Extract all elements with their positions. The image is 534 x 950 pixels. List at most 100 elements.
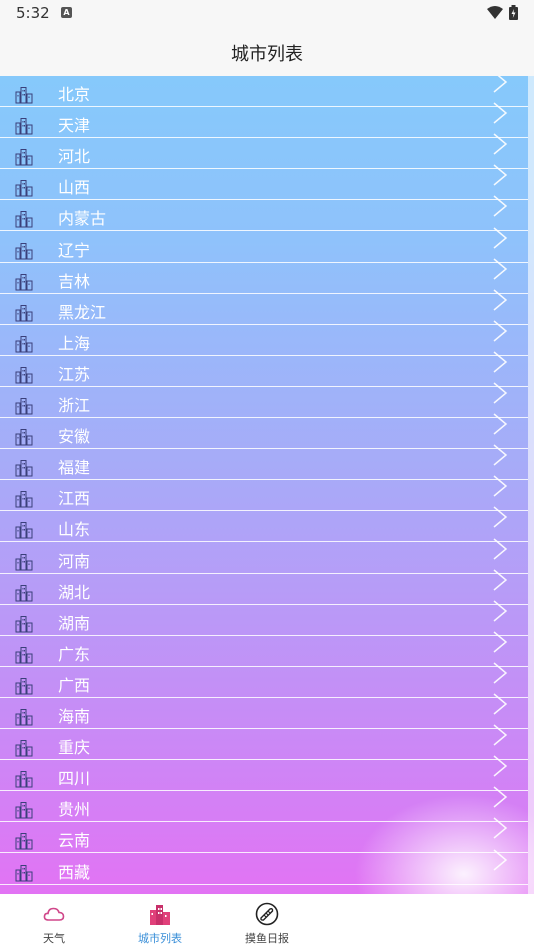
city-list-item[interactable]: 广西 bbox=[0, 662, 534, 698]
chevron-right-icon bbox=[493, 444, 508, 466]
city-name: 河南 bbox=[58, 551, 91, 571]
city-list-item[interactable]: 内蒙古 bbox=[0, 195, 534, 232]
city-building-icon bbox=[15, 802, 33, 819]
city-name: 广东 bbox=[58, 644, 91, 664]
city-list-item[interactable]: 江西 bbox=[0, 475, 534, 512]
status-indicators bbox=[487, 5, 518, 20]
city-list-item[interactable]: 河南 bbox=[0, 537, 534, 574]
city-list-item[interactable]: 天津 bbox=[0, 102, 534, 139]
city-list-item[interactable]: 浙江 bbox=[0, 382, 534, 418]
city-building-icon bbox=[15, 771, 33, 788]
city-name: 天津 bbox=[58, 116, 91, 136]
city-building-icon bbox=[15, 273, 33, 291]
nav-tab-weather[interactable]: 天气 bbox=[14, 894, 94, 950]
city-name: 西藏 bbox=[58, 862, 91, 882]
city-building-icon bbox=[15, 304, 33, 322]
chevron-right-icon bbox=[493, 506, 508, 528]
city-list-item[interactable]: 黑龙江 bbox=[0, 289, 534, 325]
chevron-right-icon bbox=[493, 413, 508, 435]
city-list-item[interactable]: 辽宁 bbox=[0, 226, 534, 263]
chevron-right-icon bbox=[493, 76, 508, 93]
city-list-item[interactable]: 河北 bbox=[0, 133, 534, 170]
scroll-edge bbox=[528, 76, 534, 894]
city-list-item[interactable]: 湖北 bbox=[0, 569, 534, 605]
chevron-right-icon bbox=[493, 537, 508, 560]
chevron-right-icon bbox=[493, 226, 508, 249]
city-building-icon bbox=[15, 180, 33, 197]
nav-label-weather: 天气 bbox=[43, 932, 65, 945]
chevron-right-icon bbox=[493, 631, 508, 653]
row-divider bbox=[0, 883, 528, 885]
chevron-right-icon bbox=[493, 164, 508, 186]
city-list-item[interactable]: 安徽 bbox=[0, 413, 534, 450]
city-building-icon bbox=[15, 709, 33, 726]
city-name: 黑龙江 bbox=[58, 302, 107, 322]
fish-report-icon bbox=[255, 902, 279, 926]
nav-tab-city-list[interactable]: 城市列表 bbox=[120, 894, 200, 950]
status-bar: 5:32 A bbox=[0, 0, 534, 28]
city-name: 上海 bbox=[58, 333, 91, 353]
chevron-right-icon bbox=[493, 475, 508, 497]
chevron-right-icon bbox=[493, 600, 508, 622]
chevron-right-icon bbox=[493, 258, 508, 280]
city-building-icon bbox=[15, 833, 33, 850]
city-building-icon bbox=[15, 242, 33, 259]
city-name: 重庆 bbox=[58, 738, 91, 758]
chevron-right-icon bbox=[493, 320, 508, 342]
city-list-item[interactable]: 江苏 bbox=[0, 351, 534, 387]
city-building-icon bbox=[15, 398, 33, 415]
city-list-item[interactable]: 福建 bbox=[0, 444, 534, 481]
city-building-icon bbox=[15, 366, 33, 384]
city-name: 福建 bbox=[58, 458, 91, 478]
city-list-item[interactable]: 湖南 bbox=[0, 600, 534, 636]
city-name: 山西 bbox=[58, 178, 91, 198]
city-list-item[interactable]: 北京 bbox=[0, 76, 534, 107]
city-name: 浙江 bbox=[58, 396, 91, 415]
city-building-icon bbox=[15, 864, 33, 881]
city-building-icon bbox=[15, 149, 33, 166]
city-list[interactable]: 北京天津河北山西内蒙古 辽宁吉林黑龙江上海江苏浙江 安徽福建江西 山东河南湖北湖南广东… bbox=[0, 76, 534, 894]
city-name: 湖南 bbox=[58, 613, 91, 633]
city-building-icon bbox=[15, 118, 33, 135]
city-building-icon bbox=[15, 87, 33, 104]
city-list-item[interactable]: 贵州 bbox=[0, 786, 534, 823]
city-name: 吉林 bbox=[58, 271, 91, 291]
city-list-item[interactable]: 四川 bbox=[0, 755, 534, 792]
city-name: 四川 bbox=[58, 769, 91, 789]
city-list-item[interactable]: 重庆 bbox=[0, 724, 534, 761]
chevron-right-icon bbox=[493, 351, 508, 373]
cloud-icon bbox=[43, 907, 65, 921]
chevron-right-icon bbox=[493, 133, 508, 155]
city-list-item[interactable]: 山西 bbox=[0, 164, 534, 201]
city-building-icon bbox=[15, 491, 33, 508]
city-building-icon bbox=[15, 522, 33, 539]
city-list-item[interactable]: 吉林 bbox=[0, 258, 534, 294]
city-list-item[interactable]: 云南 bbox=[0, 817, 534, 854]
city-list-item[interactable]: 上海 bbox=[0, 320, 534, 356]
city-name: 江西 bbox=[58, 489, 91, 509]
city-name: 海南 bbox=[58, 707, 91, 726]
chevron-right-icon bbox=[493, 848, 508, 871]
city-name: 内蒙古 bbox=[58, 209, 107, 229]
chevron-right-icon bbox=[493, 662, 508, 684]
city-name: 湖北 bbox=[58, 582, 91, 602]
city-building-icon bbox=[15, 429, 33, 446]
page-title: 城市列表 bbox=[231, 44, 303, 65]
bottom-navigation: 天气 城市列表 摸鱼日报 bbox=[0, 894, 534, 950]
chevron-right-icon bbox=[493, 102, 508, 124]
city-list-item[interactable]: 海南 bbox=[0, 693, 534, 729]
chevron-right-icon bbox=[493, 693, 508, 715]
city-name: 贵州 bbox=[58, 800, 91, 820]
chevron-right-icon bbox=[493, 569, 508, 591]
nav-tab-fish-report[interactable]: 摸鱼日报 bbox=[227, 894, 307, 950]
city-name: 江苏 bbox=[58, 364, 91, 384]
city-list-item[interactable]: 山东 bbox=[0, 506, 534, 543]
city-list-item[interactable]: 广东 bbox=[0, 631, 534, 667]
chevron-right-icon bbox=[493, 786, 508, 808]
chevron-right-icon bbox=[493, 195, 508, 217]
city-name: 河北 bbox=[58, 147, 91, 167]
wifi-icon bbox=[487, 5, 503, 19]
city-list-item[interactable]: 西藏 bbox=[0, 848, 534, 885]
notification-app-icon: A bbox=[61, 7, 72, 18]
chevron-right-icon bbox=[493, 755, 508, 777]
